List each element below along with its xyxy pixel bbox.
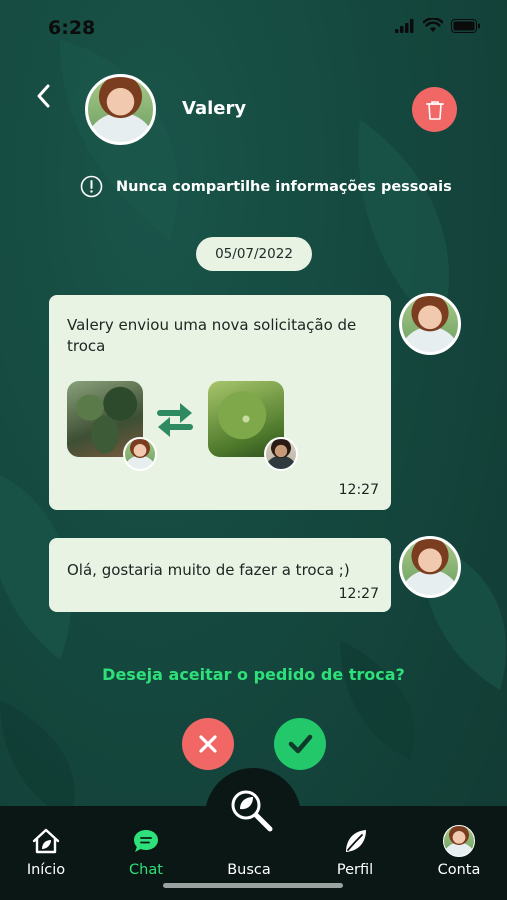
chevron-left-icon bbox=[37, 84, 50, 108]
chat-icon bbox=[134, 830, 158, 852]
message-time: 12:27 bbox=[338, 482, 379, 498]
signal-icon bbox=[395, 18, 414, 33]
chat-header: Valery bbox=[0, 70, 507, 150]
battery-icon bbox=[451, 18, 480, 33]
avatar-icon bbox=[443, 825, 475, 857]
tab-label: Busca bbox=[227, 862, 271, 878]
tab-conta[interactable]: Conta bbox=[419, 825, 499, 878]
accept-trade-button[interactable] bbox=[274, 718, 326, 770]
status-time: 6:28 bbox=[48, 17, 96, 39]
message-sender-avatar bbox=[399, 293, 461, 355]
trash-icon bbox=[425, 100, 444, 120]
message-sender-avatar bbox=[399, 536, 461, 598]
message-time: 12:27 bbox=[338, 586, 379, 602]
back-button[interactable] bbox=[28, 80, 60, 112]
message-bubble-trade-request: Valery enviou uma nova solicitação de tr… bbox=[49, 295, 391, 510]
reject-trade-button[interactable] bbox=[182, 718, 234, 770]
tab-label: Início bbox=[26, 862, 66, 878]
tab-label: Conta bbox=[437, 862, 481, 878]
home-icon bbox=[32, 828, 60, 854]
checkmark-icon bbox=[288, 734, 313, 754]
tab-busca[interactable]: Busca bbox=[209, 826, 289, 878]
home-indicator bbox=[163, 883, 343, 888]
message-text: Olá, gostaria muito de fazer a troca ;) bbox=[67, 561, 350, 579]
accept-trade-question: Deseja aceitar o pedido de troca? bbox=[102, 665, 405, 684]
close-icon bbox=[199, 735, 217, 753]
privacy-warning: Nunca compartilhe informações pessoais bbox=[80, 175, 452, 198]
leaf-icon bbox=[346, 830, 366, 852]
tab-label: Perfil bbox=[336, 862, 374, 878]
message-bubble-greeting: Olá, gostaria muito de fazer a troca ;) … bbox=[49, 538, 391, 612]
warning-text: Nunca compartilhe informações pessoais bbox=[116, 178, 452, 195]
contact-name: Valery bbox=[182, 98, 247, 119]
tab-chat[interactable]: Chat bbox=[106, 826, 186, 878]
contact-avatar[interactable] bbox=[85, 74, 156, 145]
tab-inicio[interactable]: Início bbox=[6, 826, 86, 878]
info-alert-icon bbox=[80, 175, 103, 198]
tab-perfil[interactable]: Perfil bbox=[315, 826, 395, 878]
wifi-icon bbox=[423, 18, 443, 32]
swap-arrows-icon bbox=[157, 403, 193, 437]
owner-mini-avatar bbox=[264, 437, 298, 471]
tab-label: Chat bbox=[129, 862, 163, 878]
status-bar: 6:28 bbox=[0, 0, 507, 56]
delete-chat-button[interactable] bbox=[412, 87, 457, 132]
date-badge: 05/07/2022 bbox=[196, 237, 312, 271]
message-text: Valery enviou uma nova solicitação de tr… bbox=[67, 316, 357, 355]
requester-mini-avatar bbox=[123, 437, 157, 471]
